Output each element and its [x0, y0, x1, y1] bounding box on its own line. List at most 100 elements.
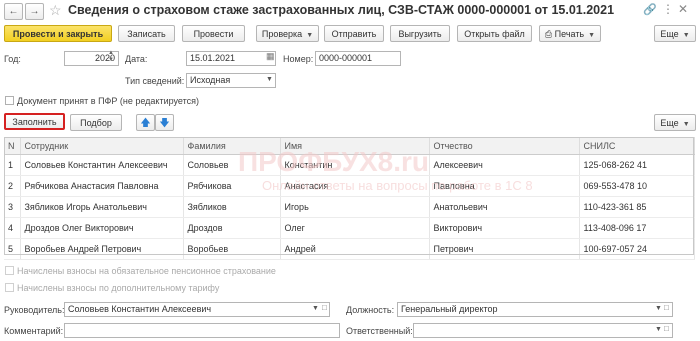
type-select[interactable]: Исходная: [186, 73, 276, 88]
arrow-down-icon: 🡇: [159, 118, 170, 129]
more-button[interactable]: Еще ▼: [654, 25, 696, 42]
cell-last-name: Зябликов: [183, 196, 281, 218]
mandatory-pension-checkbox[interactable]: [5, 266, 14, 275]
arrow-left-icon: ←: [8, 6, 19, 17]
table-more-label: Еще: [660, 118, 679, 128]
cell-snils: 113-408-096 17: [579, 217, 695, 239]
move-down-button[interactable]: 🡇: [155, 114, 174, 131]
column-header-employee[interactable]: Сотрудник: [20, 137, 184, 155]
favorite-star-icon[interactable]: ☆: [49, 2, 62, 19]
cell-n: 3: [4, 196, 21, 218]
cell-patronymic: Викторович: [429, 217, 580, 239]
more-vert-icon[interactable]: ⋮: [662, 2, 674, 16]
table-row[interactable]: 5 Воробьев Андрей Петрович Воробьев Андр…: [4, 238, 695, 260]
watermark-brand: ПРОФБУХ8.ru: [238, 146, 429, 177]
cell-n: 5: [4, 238, 21, 260]
chevron-down-icon: ▼: [588, 32, 596, 39]
window-title: Сведения о страховом стаже застрахованны…: [68, 3, 615, 17]
head-label: Руководитель:: [4, 305, 65, 315]
back-button[interactable]: ←: [4, 3, 23, 20]
print-label: Печать: [554, 29, 585, 39]
cell-employee: Дроздов Олег Викторович: [20, 217, 184, 239]
head-value: Соловьев Константин Алексеевич: [68, 304, 212, 314]
open-icon[interactable]: □: [664, 303, 669, 312]
close-icon[interactable]: ✕: [678, 2, 688, 16]
chevron-down-icon[interactable]: ▼: [266, 76, 273, 83]
cell-patronymic: Петрович: [429, 238, 580, 260]
cell-snils: 125-068-262 41: [579, 154, 695, 176]
number-label: Номер:: [283, 54, 314, 64]
move-up-button[interactable]: 🡅: [136, 114, 155, 131]
date-value: 15.01.2021: [190, 53, 236, 63]
fill-button[interactable]: Заполнить: [4, 113, 65, 130]
select-button[interactable]: Подбор: [70, 114, 122, 131]
printer-icon: ⎙: [544, 29, 553, 39]
head-field[interactable]: Соловьев Константин Алексеевич: [64, 302, 330, 317]
chevron-down-icon: ▼: [306, 32, 314, 39]
type-label: Тип сведений:: [125, 76, 185, 86]
link-icon[interactable]: 🔗: [643, 3, 657, 16]
additional-tariff-checkbox[interactable]: [5, 283, 14, 292]
date-field[interactable]: 15.01.2021: [186, 51, 276, 66]
chevron-down-icon: ▼: [682, 121, 690, 128]
cell-snils: 100-697-057 24: [579, 238, 695, 260]
send-button[interactable]: Отправить: [324, 25, 384, 42]
more-label: Еще: [660, 29, 679, 39]
arrow-right-icon: →: [29, 6, 40, 17]
cell-n: 2: [4, 175, 21, 197]
cell-last-name: Дроздов: [183, 217, 281, 239]
number-value: 0000-000001: [319, 53, 373, 63]
open-icon[interactable]: □: [664, 324, 669, 333]
cell-patronymic: Анатольевич: [429, 196, 580, 218]
comment-field[interactable]: [64, 323, 340, 338]
additional-tariff-label: Начислены взносы по дополнительному тари…: [17, 283, 220, 293]
table-row[interactable]: 3 Зябликов Игорь Анатольевич Зябликов Иг…: [4, 196, 695, 218]
chevron-down-icon[interactable]: ▼: [655, 305, 662, 312]
position-value: Генеральный директор: [401, 304, 498, 314]
column-header-patronymic[interactable]: Отчество: [429, 137, 580, 155]
calendar-icon[interactable]: ▦: [266, 51, 275, 62]
comment-label: Комментарий:: [4, 326, 64, 336]
position-label: Должность:: [346, 305, 395, 315]
cell-employee: Соловьев Константин Алексеевич: [20, 154, 184, 176]
responsible-field[interactable]: [413, 323, 673, 338]
cell-last-name: Воробьев: [183, 238, 281, 260]
pfr-checkbox[interactable]: [5, 96, 14, 105]
cell-employee: Рябчикова Анастасия Павловна: [20, 175, 184, 197]
arrow-up-icon: 🡅: [140, 118, 151, 129]
cell-first-name: Игорь: [280, 196, 430, 218]
mandatory-pension-label: Начислены взносы на обязательное пенсион…: [17, 266, 276, 276]
table-row[interactable]: 4 Дроздов Олег Викторович Дроздов Олег В…: [4, 217, 695, 239]
chevron-down-icon[interactable]: ▼: [312, 305, 319, 312]
chevron-down-icon[interactable]: ▼: [655, 326, 662, 333]
cell-employee: Воробьев Андрей Петрович: [20, 238, 184, 260]
cell-patronymic: Алексеевич: [429, 154, 580, 176]
year-label: Год:: [4, 54, 21, 64]
position-field[interactable]: Генеральный директор: [397, 302, 673, 317]
year-stepper[interactable]: ▲ ▼: [108, 50, 114, 64]
post-and-close-button[interactable]: Провести и закрыть: [4, 25, 112, 42]
column-header-n[interactable]: N: [4, 137, 21, 155]
cell-n: 1: [4, 154, 21, 176]
open-icon[interactable]: □: [322, 303, 327, 312]
cell-first-name: Олег: [280, 217, 430, 239]
column-header-snils[interactable]: СНИЛС: [579, 137, 695, 155]
date-label: Дата:: [125, 54, 148, 64]
post-button[interactable]: Провести: [182, 25, 245, 42]
title-bar: ← → ☆ Сведения о страховом стаже застрах…: [0, 0, 700, 22]
save-button[interactable]: Записать: [118, 25, 175, 42]
pfr-checkbox-label: Документ принят в ПФР (не редактируется): [17, 96, 200, 106]
watermark-tagline: Онлайн-ответы на вопросы по работе в 1С …: [262, 178, 533, 193]
table-more-button[interactable]: Еще ▼: [654, 114, 696, 131]
cell-first-name: Андрей: [280, 238, 430, 260]
open-file-button[interactable]: Открыть файл: [457, 25, 532, 42]
cell-n: 4: [4, 217, 21, 239]
forward-button[interactable]: →: [25, 3, 44, 20]
print-dropdown-button[interactable]: ⎙ Печать ▼: [539, 25, 601, 42]
number-field[interactable]: 0000-000001: [315, 51, 401, 66]
responsible-label: Ответственный:: [346, 326, 413, 336]
cell-snils: 110-423-361 85: [579, 196, 695, 218]
check-dropdown-button[interactable]: Проверка ▼: [256, 25, 319, 42]
upload-button[interactable]: Выгрузить: [390, 25, 450, 42]
chevron-down-icon: ▼: [682, 32, 690, 39]
